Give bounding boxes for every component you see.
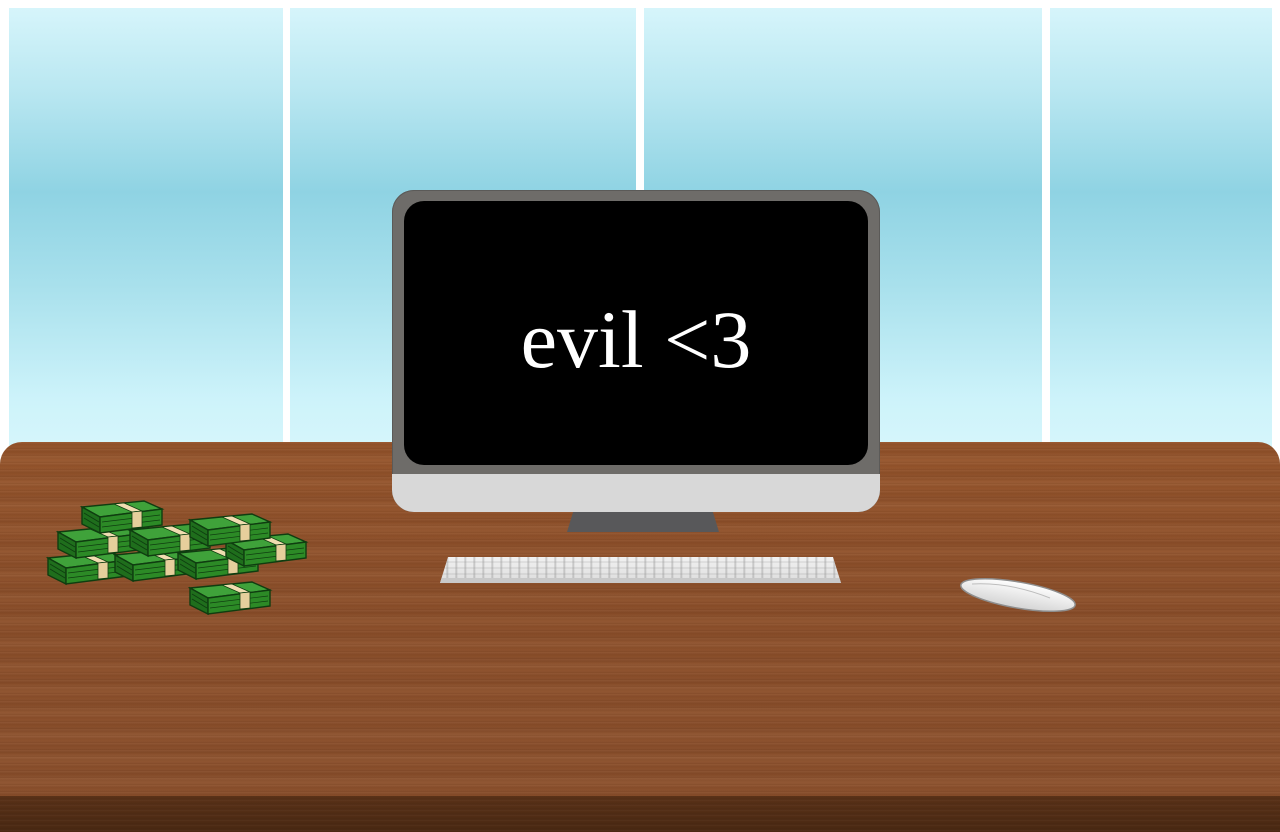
desk-objects (47, 500, 1078, 618)
mouse-icon[interactable] (959, 572, 1078, 618)
money-stack-icon (47, 500, 307, 615)
office-desk-scene: evil <3 (0, 0, 1280, 832)
